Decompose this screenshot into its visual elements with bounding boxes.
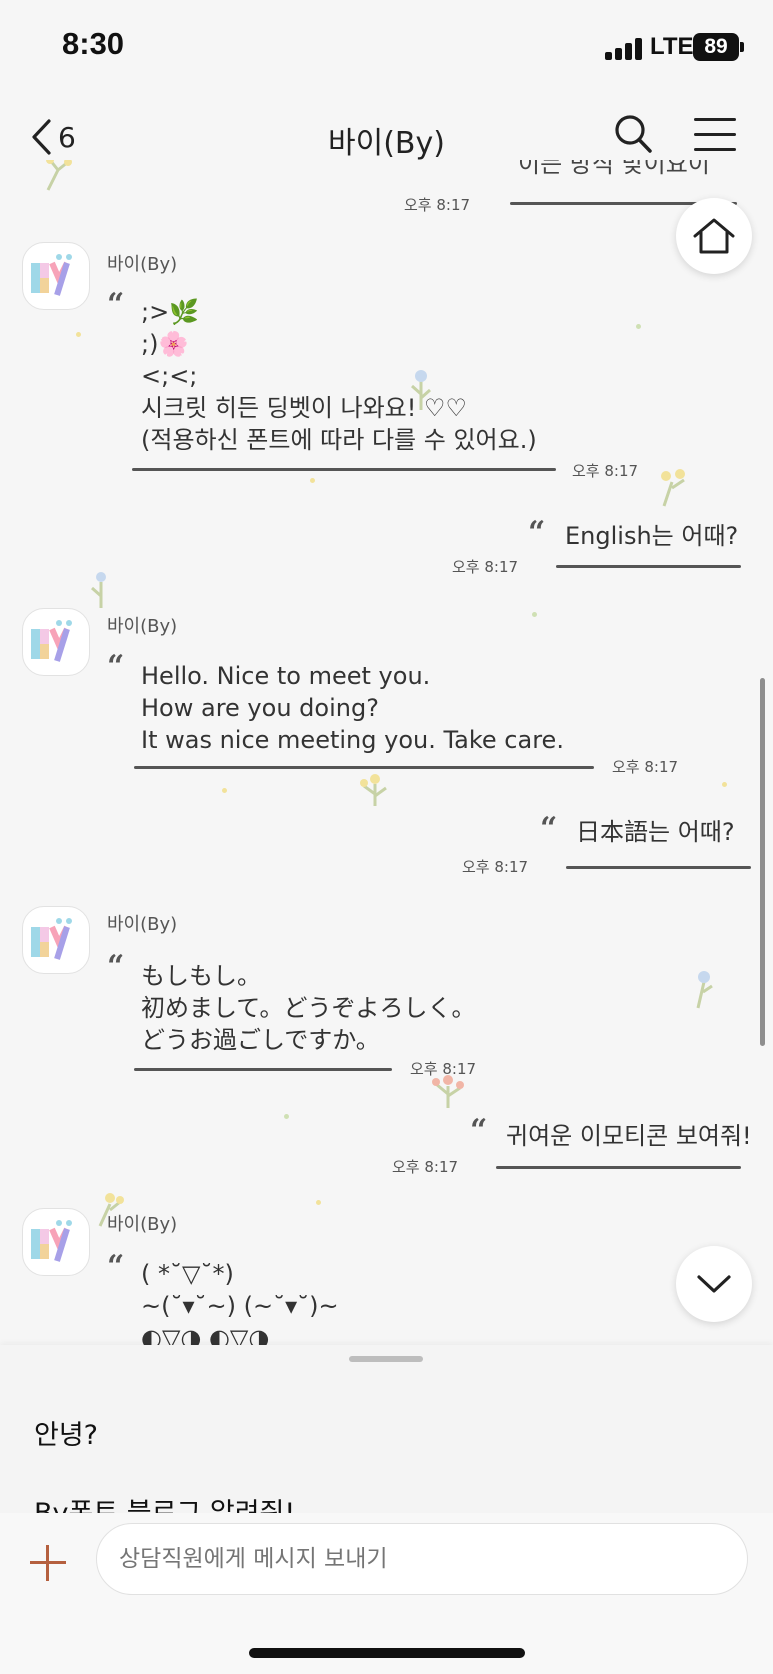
sender-name: 바이(By) [107, 1214, 178, 1235]
message-text: 이든 방식 맞이요이 [518, 160, 710, 178]
home-button[interactable] [676, 198, 752, 274]
message-input[interactable] [96, 1523, 748, 1595]
message-time: 오후 8:17 [612, 758, 679, 776]
quote-icon: “ [107, 649, 125, 684]
message-line: (적용하신 폰트에 따라 다를 수 있어요.) [141, 426, 537, 454]
decor-dot [636, 324, 641, 329]
bot-message: ( *˘▽˘*) ~(˘▾˘~) (~˘▾˘)~ ◐▽◑ ◐▽◑ [141, 1258, 339, 1345]
message-line: ;>🌿 [141, 298, 200, 326]
message-line: もしもし。 [141, 962, 261, 990]
message-time: 오후 8:17 [404, 196, 471, 214]
message-line: How are you doing? [141, 694, 379, 722]
scrollbar[interactable] [760, 678, 765, 1046]
user-message: 귀여운 이모티콘 보여줘! [506, 1122, 752, 1150]
message-line: ;)🌸 [141, 330, 189, 358]
home-indicator [249, 1648, 525, 1658]
chevron-down-icon [697, 1275, 731, 1293]
message-underline [134, 1068, 392, 1071]
message-line: 시크릿 히든 딩벳이 나와요! ♡♡ [141, 394, 468, 422]
by-logo-icon [31, 620, 72, 662]
status-bar: 8:30 LTE 89 [0, 0, 773, 96]
sender-name: 바이(By) [107, 254, 178, 275]
quote-icon: “ [528, 515, 546, 550]
by-logo-icon [31, 918, 72, 960]
message-line: It was nice meeting you. Take care. [141, 726, 564, 754]
battery-icon: 89 [693, 33, 739, 61]
message-underline [496, 1166, 741, 1169]
message-time: 오후 8:17 [462, 858, 529, 876]
quote-icon: “ [107, 949, 125, 984]
message-line: Hello. Nice to meet you. [141, 662, 431, 690]
message-input-bar [0, 1513, 773, 1674]
decor-dot [722, 782, 727, 787]
bot-message: ;>🌿 ;)🌸 <;<; 시크릿 히든 딩벳이 나와요! ♡♡ (적용하신 폰트… [141, 296, 537, 456]
status-time: 8:30 [62, 26, 125, 61]
message-line: どうお過ごしですか。 [141, 1026, 380, 1054]
flower-doodle-icon [360, 774, 387, 806]
avatar[interactable] [22, 242, 90, 310]
avatar[interactable] [22, 608, 90, 676]
user-message: English는 어때? [565, 522, 739, 550]
page-title: 바이(By) [328, 126, 445, 161]
sheet-handle[interactable] [349, 1356, 423, 1362]
message-line: 初めまして。どうぞよろしく。 [141, 994, 476, 1022]
decor-dot [310, 478, 315, 483]
search-icon[interactable] [612, 112, 654, 158]
scroll-to-bottom-button[interactable] [676, 1246, 752, 1322]
plus-icon[interactable] [30, 1545, 66, 1581]
by-logo-icon [31, 254, 72, 296]
message-line: ~(˘▾˘~) (~˘▾˘)~ [141, 1292, 339, 1320]
message-time: 오후 8:17 [452, 558, 519, 576]
avatar[interactable] [22, 1208, 90, 1276]
quote-icon: “ [470, 1113, 488, 1148]
home-icon [693, 218, 735, 254]
flower-doodle-icon [696, 971, 713, 1009]
flower-doodle-icon [91, 572, 106, 608]
decor-dot [284, 1114, 289, 1119]
flower-doodle-icon [661, 469, 685, 507]
battery-tip [740, 42, 744, 52]
user-message: 日本語는 어때? [576, 818, 735, 846]
bot-message: Hello. Nice to meet you. How are you doi… [141, 660, 564, 756]
message-underline [132, 468, 556, 471]
message-line: ( *˘▽˘*) [141, 1260, 234, 1288]
quote-icon: “ [540, 811, 558, 846]
signal-strength-icon [605, 36, 647, 60]
message-underline [134, 766, 594, 769]
message-line: <;<; [141, 362, 198, 390]
network-type: LTE [650, 33, 694, 60]
decor-dot [532, 612, 537, 617]
quick-reply-item[interactable]: By폰트 블로그 알려줘! [34, 1491, 295, 1513]
decor-dot [222, 788, 227, 793]
by-logo-icon [31, 1220, 72, 1262]
quote-icon: “ [107, 1249, 125, 1284]
flower-doodle-icon [46, 160, 72, 191]
message-underline [566, 866, 751, 869]
menu-icon[interactable] [694, 118, 736, 152]
decor-dot [316, 1200, 321, 1205]
quick-reply-item[interactable]: 안녕? [34, 1413, 98, 1452]
avatar[interactable] [22, 906, 90, 974]
sender-name: 바이(By) [107, 616, 178, 637]
message-time: 오후 8:17 [410, 1060, 477, 1078]
sender-name: 바이(By) [107, 914, 178, 935]
quick-reply-panel: 안녕? By폰트 블로그 알려줘! [0, 1345, 773, 1513]
bot-message: もしもし。 初めまして。どうぞよろしく。 どうお過ごしですか。 [141, 960, 476, 1056]
quote-icon: “ [107, 287, 125, 322]
message-time: 오후 8:17 [572, 462, 639, 480]
chat-area[interactable]: 이든 방식 맞이요이 오후 8:17 바이(By) “ ;>🌿 ;)🌸 <;<;… [0, 160, 773, 1345]
message-underline [556, 565, 741, 568]
message-line: ◐▽◑ ◐▽◑ [141, 1324, 270, 1345]
message-time: 오후 8:17 [392, 1158, 459, 1176]
decor-dot [76, 332, 81, 337]
